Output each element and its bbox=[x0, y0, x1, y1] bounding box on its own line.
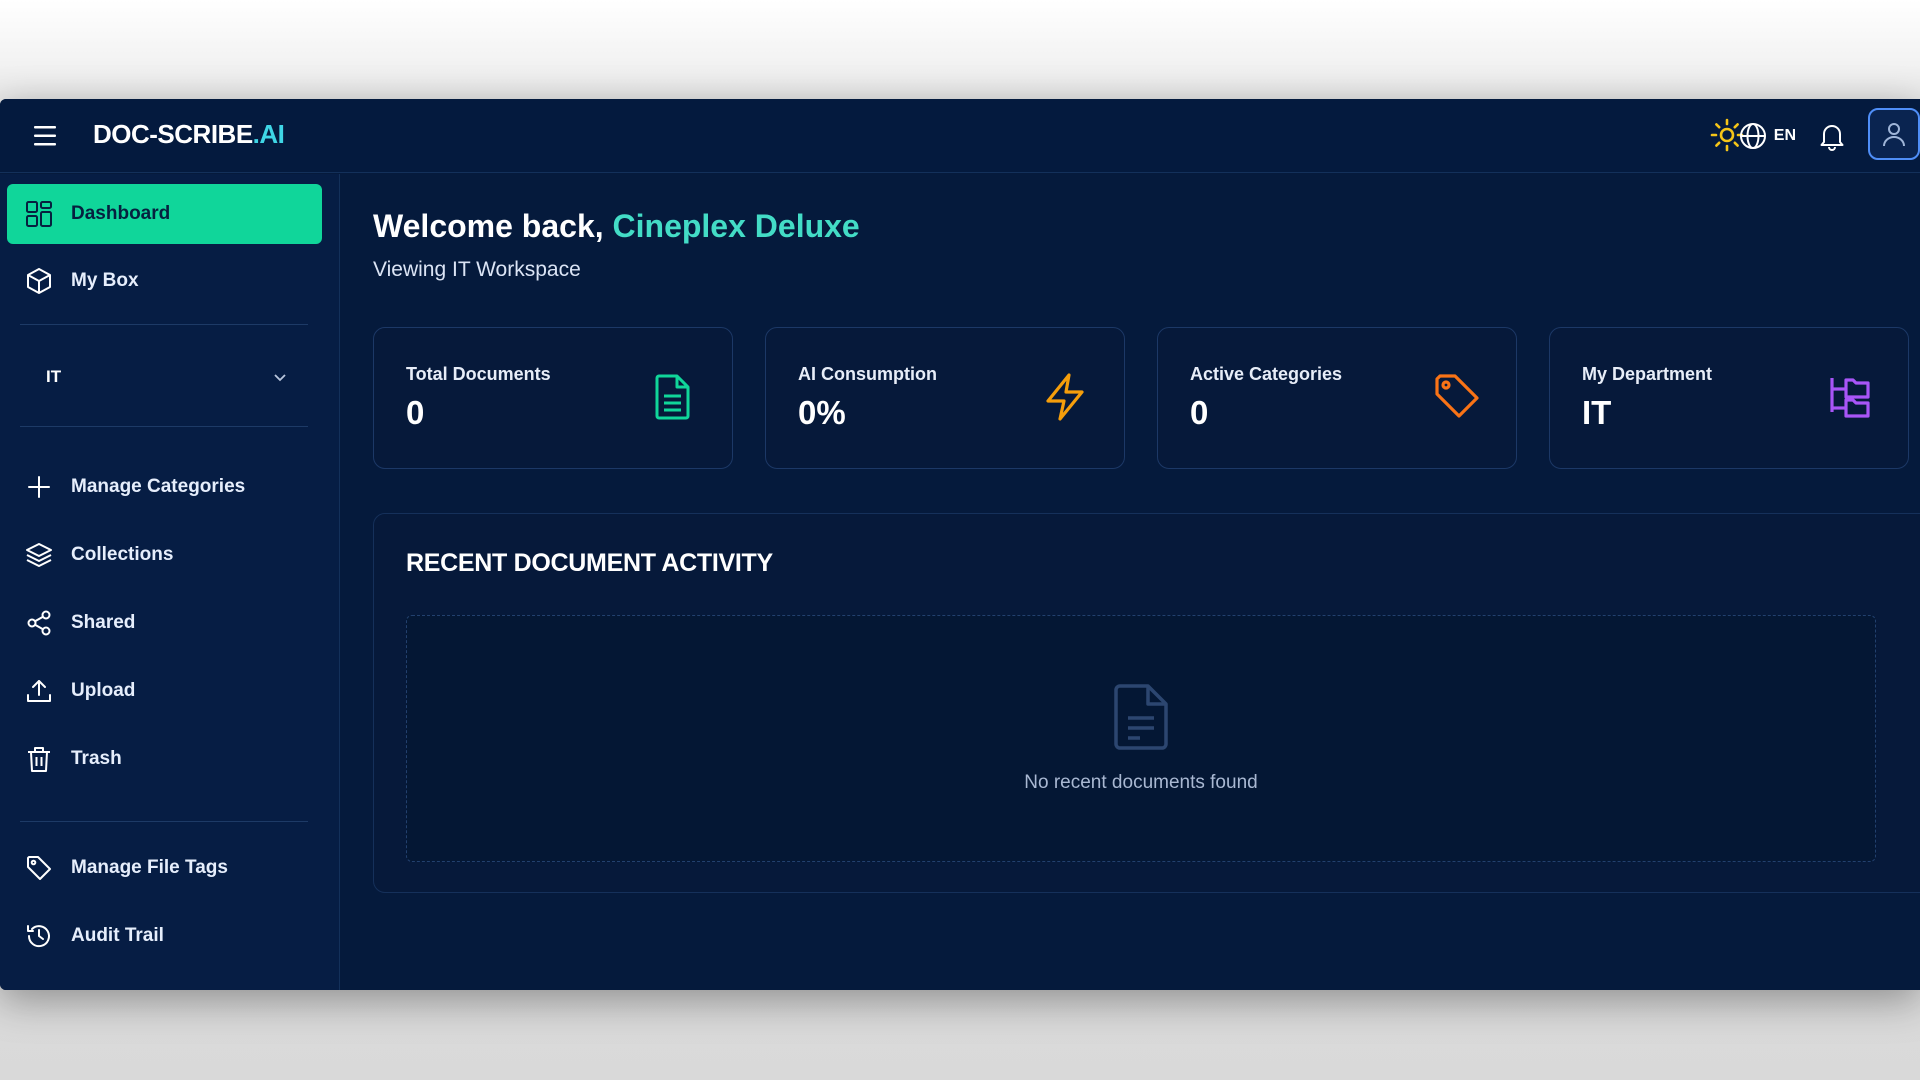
share-icon bbox=[27, 610, 51, 636]
trash-icon bbox=[28, 747, 50, 772]
divider bbox=[20, 426, 308, 427]
sidebar-item-label: My Box bbox=[71, 270, 139, 291]
stat-value: 0 bbox=[406, 394, 425, 431]
sidebar-item-trash[interactable]: Trash bbox=[7, 729, 322, 789]
globe-icon bbox=[1739, 123, 1766, 149]
history-icon bbox=[27, 925, 50, 948]
main-content: Welcome back, Cineplex Deluxe Viewing IT… bbox=[341, 174, 1920, 990]
sidebar-item-my-box[interactable]: My Box bbox=[7, 251, 322, 311]
stat-card-active-categories: Active Categories 0 bbox=[1157, 327, 1517, 469]
user-avatar-button[interactable] bbox=[1868, 108, 1920, 160]
sidebar-item-label: Upload bbox=[71, 680, 136, 701]
workspace-select-value: IT bbox=[46, 367, 62, 386]
stat-value: IT bbox=[1582, 394, 1612, 431]
app-window: DOC-SCRIBE.AI EN Dashboard My Box IT Man… bbox=[0, 99, 1920, 990]
document-icon bbox=[1114, 684, 1168, 750]
sidebar-item-manage-file-tags[interactable]: Manage File Tags bbox=[7, 838, 322, 898]
recent-activity-panel: RECENT DOCUMENT ACTIVITY No recent docum… bbox=[373, 513, 1920, 893]
stat-label: Total Documents bbox=[406, 364, 551, 384]
section-title: RECENT DOCUMENT ACTIVITY bbox=[406, 549, 773, 577]
user-icon bbox=[1883, 123, 1905, 147]
brand-name: DOC-SCRIBE bbox=[93, 119, 253, 149]
stat-card-my-department: My Department IT bbox=[1549, 327, 1909, 469]
sidebar-item-label: Trash bbox=[71, 748, 122, 769]
welcome-heading: Welcome back, Cineplex Deluxe bbox=[373, 208, 860, 245]
sidebar-item-collections[interactable]: Collections bbox=[7, 525, 322, 585]
lightning-icon bbox=[1046, 373, 1084, 421]
top-bar: DOC-SCRIBE.AI EN bbox=[0, 99, 1920, 173]
sidebar-item-label: Manage Categories bbox=[71, 476, 246, 497]
tag-icon bbox=[1435, 374, 1479, 418]
empty-state-text: No recent documents found bbox=[1024, 772, 1258, 793]
user-name: Cineplex Deluxe bbox=[612, 208, 860, 244]
language-selector[interactable]: EN bbox=[1738, 119, 1796, 153]
stat-label: Active Categories bbox=[1190, 364, 1343, 384]
brand-suffix: .AI bbox=[252, 119, 285, 149]
sidebar-item-manage-categories[interactable]: Manage Categories bbox=[7, 457, 322, 517]
chevron-down-icon bbox=[274, 374, 286, 382]
plus-icon bbox=[28, 476, 50, 498]
stat-card-total-documents: Total Documents 0 bbox=[373, 327, 733, 469]
brand-logo[interactable]: DOC-SCRIBE.AI bbox=[93, 119, 285, 150]
upload-icon bbox=[27, 680, 51, 702]
document-icon bbox=[655, 374, 690, 420]
bell-icon[interactable] bbox=[1816, 120, 1848, 152]
sidebar-item-audit-trail[interactable]: Audit Trail bbox=[7, 906, 322, 966]
stat-card-ai-consumption: AI Consumption 0% bbox=[765, 327, 1125, 469]
sidebar-item-upload[interactable]: Upload bbox=[7, 661, 322, 721]
tag-icon bbox=[27, 856, 51, 880]
top-actions: EN bbox=[1620, 99, 1920, 173]
box-icon bbox=[27, 268, 51, 294]
divider bbox=[20, 821, 308, 822]
workspace-select[interactable]: IT bbox=[20, 347, 308, 407]
layers-icon bbox=[26, 543, 52, 567]
sidebar: Dashboard My Box IT Manage Categories Co… bbox=[0, 174, 340, 990]
empty-state: No recent documents found bbox=[406, 615, 1876, 862]
stat-value: 0% bbox=[798, 394, 846, 431]
sidebar-item-label: Audit Trail bbox=[71, 925, 164, 946]
stat-label: My Department bbox=[1582, 364, 1713, 384]
sidebar-item-dashboard[interactable]: Dashboard bbox=[7, 184, 322, 244]
sidebar-item-label: Manage File Tags bbox=[71, 857, 228, 878]
stat-value: 0 bbox=[1190, 394, 1209, 431]
sidebar-item-label: Dashboard bbox=[71, 203, 171, 224]
sidebar-item-label: Collections bbox=[71, 544, 174, 565]
workspace-subtitle: Viewing IT Workspace bbox=[373, 258, 581, 281]
divider bbox=[20, 324, 308, 325]
department-tree-icon bbox=[1830, 378, 1870, 418]
stat-label: AI Consumption bbox=[798, 364, 937, 384]
hamburger-menu-icon[interactable] bbox=[30, 123, 62, 149]
language-code: EN bbox=[1773, 127, 1796, 144]
welcome-prefix: Welcome back, bbox=[373, 208, 604, 244]
sidebar-item-shared[interactable]: Shared bbox=[7, 593, 322, 653]
sidebar-item-label: Shared bbox=[71, 612, 136, 633]
grid-icon bbox=[26, 201, 52, 227]
